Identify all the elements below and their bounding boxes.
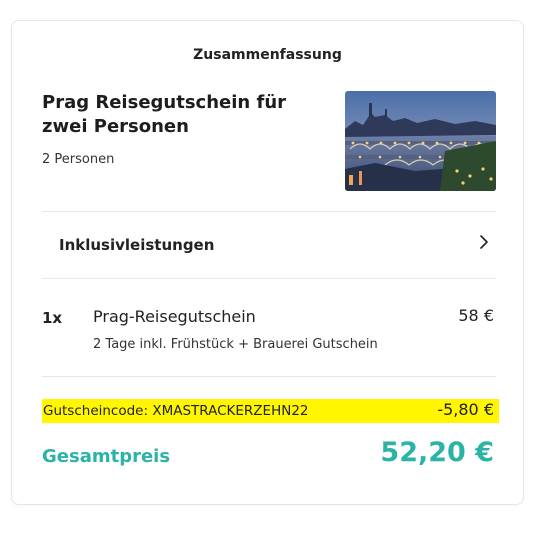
item-price: 58 € xyxy=(458,306,494,325)
item-quantity: 1x xyxy=(42,309,63,327)
product-title: Prag Reisegutschein für zwei Personen xyxy=(42,92,287,137)
item-description: 2 Tage inkl. Frühstück + Brauerei Gutsch… xyxy=(93,337,378,352)
item-name: Prag-Reisegutschein xyxy=(93,307,256,326)
total-label: Gesamtpreis xyxy=(42,446,171,467)
divider xyxy=(42,278,496,279)
chevron-right-icon[interactable] xyxy=(478,234,490,250)
summary-title: Zusammenfassung xyxy=(193,47,342,63)
total-price: 52,20 € xyxy=(380,437,494,468)
voucher-code: Gutscheincode: XMASTRACKERZEHN22 xyxy=(43,403,309,419)
inclusions-row[interactable]: Inklusivleistungen xyxy=(42,212,496,278)
summary-card: Zusammenfassung Prag Reisegutschein für … xyxy=(11,20,524,505)
inclusions-label: Inklusivleistungen xyxy=(59,236,215,254)
divider xyxy=(42,376,496,377)
voucher-discount: -5,80 € xyxy=(437,400,494,419)
product-persons: 2 Personen xyxy=(42,152,115,167)
product-image xyxy=(345,91,496,191)
